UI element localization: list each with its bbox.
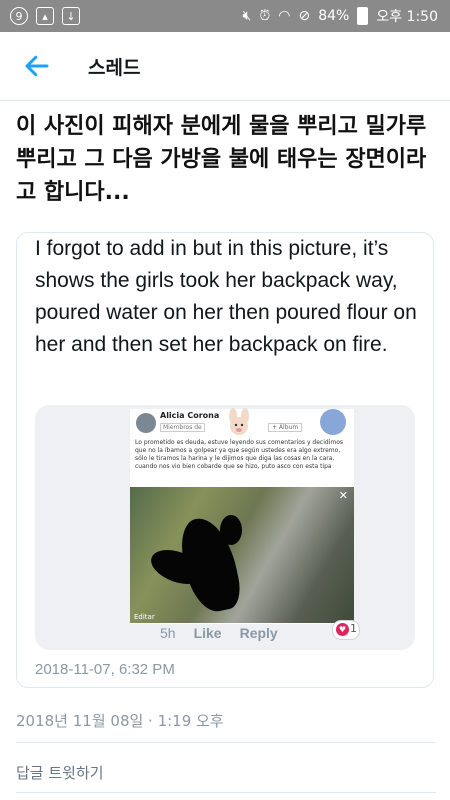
heart-icon: ♥ — [336, 623, 349, 636]
fb-photo: ✕ Editar — [130, 487, 354, 623]
clock: 오후 1:50 — [376, 9, 438, 25]
alarm-icon: ⏰︎ — [259, 8, 271, 24]
app-bar: 스레드 — [0, 32, 450, 101]
page-title: 스레드 — [88, 56, 141, 79]
quoted-tweet-text: I forgot to add in but in this picture, … — [35, 237, 417, 356]
download-icon: ↓ — [62, 7, 80, 25]
quoted-tweet[interactable]: I forgot to add in but in this picture, … — [16, 232, 434, 688]
bunny-sticker-icon — [229, 408, 249, 435]
fb-reaction-badge: ♥ 1 — [332, 620, 360, 640]
tweet-text: 이 사진이 피해자 분에게 물을 뿌리고 밀가루 뿌리고 그 다음 가방을 불에… — [16, 114, 427, 205]
wifi-icon: ◠ — [278, 8, 291, 24]
fb-edit-label: Editar — [134, 613, 155, 621]
no-sign-icon: ⊘ — [298, 8, 311, 24]
image-icon: ▴ — [36, 7, 54, 25]
fb-members-label: Miembros de — [160, 423, 205, 432]
mute-icon: 🔇︎ — [242, 8, 252, 24]
quoted-tweet-photo[interactable]: Alicia Corona Miembros de + Álbum Lo pro… — [35, 405, 415, 650]
fb-actions: 5h Like Reply — [160, 625, 278, 641]
fb-reply-label: Reply — [239, 625, 278, 641]
fb-like-label: Like — [193, 625, 222, 641]
fb-post-text: Lo prometido es deuda, estuve leyendo su… — [135, 439, 343, 470]
divider — [16, 792, 436, 793]
quoted-tweet-date: 2018-11-07, 6:32 PM — [35, 661, 175, 678]
close-icon: ✕ — [338, 489, 348, 502]
fb-post-header: Alicia Corona Miembros de + Álbum — [130, 408, 354, 437]
fb-reaction-count: 1 — [350, 622, 357, 635]
nine-icon: 9 — [10, 7, 28, 25]
fb-time: 5h — [160, 625, 176, 641]
tweet-timestamp: 2018년 11월 08일 · 1:19 오후 — [16, 712, 224, 730]
divider — [16, 742, 436, 743]
facebook-post-screenshot: Alicia Corona Miembros de + Álbum Lo pro… — [130, 408, 354, 624]
battery-icon — [357, 7, 369, 25]
status-bar: 9 ▴ ↓ 🔇︎ ⏰︎ ◠ ⊘ 84% 오후 1:50 — [0, 0, 450, 32]
fb-author-name: Alicia Corona — [160, 411, 220, 420]
reply-tweet-button[interactable]: 답글 트윗하기 — [16, 762, 104, 783]
avatar — [136, 413, 156, 433]
fb-album-label: + Álbum — [268, 423, 303, 432]
arrow-left-icon[interactable] — [22, 51, 52, 81]
battery-percent: 84% — [318, 8, 350, 24]
avatar — [320, 409, 346, 435]
